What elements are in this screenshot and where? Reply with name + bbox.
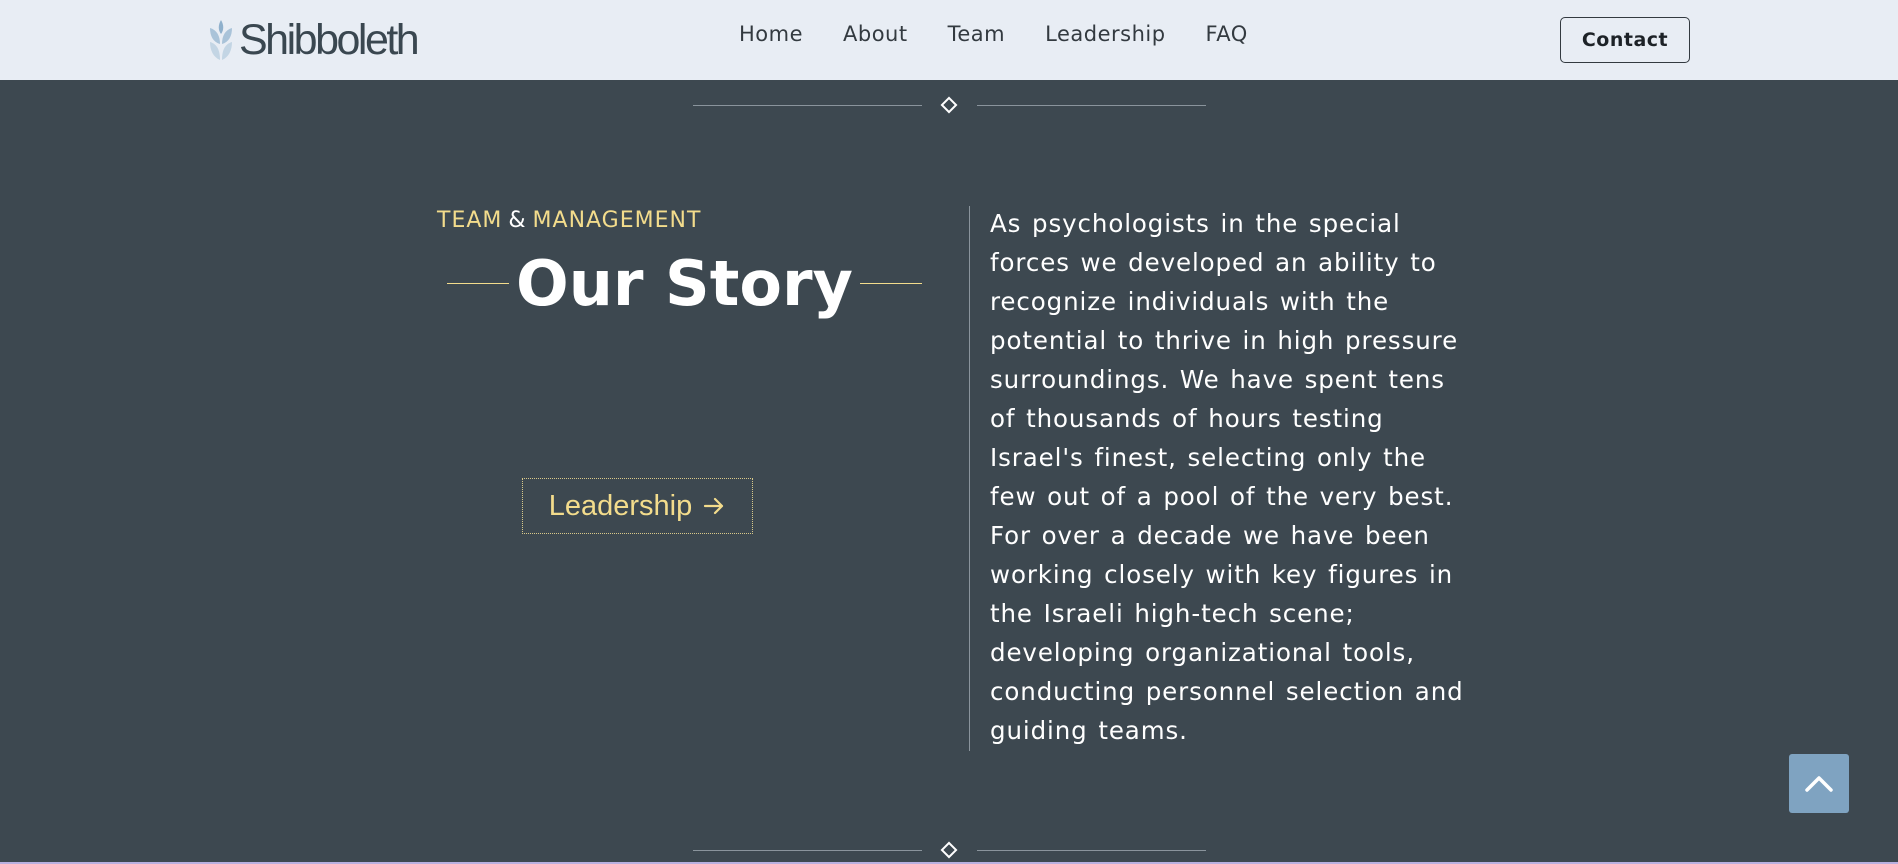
- divider-line: [977, 105, 1206, 106]
- story-text: As psychologists in the special forces w…: [990, 204, 1470, 750]
- story-line: guiding teams.: [990, 716, 1188, 745]
- chevron-up-icon: [1805, 775, 1833, 792]
- story-line: the Israeli high-tech scene;: [990, 599, 1355, 628]
- main-nav: Home About Team Leadership FAQ: [739, 22, 1288, 46]
- nav-leadership[interactable]: Leadership: [1045, 22, 1165, 46]
- story-line: of thousands of hours testing: [990, 404, 1384, 433]
- story-line: As psychologists in the special: [990, 209, 1401, 238]
- story-line: forces we developed an ability to: [990, 248, 1437, 277]
- section-title-row: Our Story: [447, 240, 922, 326]
- section-kicker: TEAM & MANAGEMENT: [437, 208, 701, 233]
- arrow-right-icon: [704, 497, 724, 515]
- section-divider-bottom: [693, 840, 1206, 860]
- story-line: Israel's finest, selecting only the: [990, 443, 1427, 472]
- back-to-top-button[interactable]: [1789, 754, 1849, 813]
- section-divider-top: [693, 95, 1206, 115]
- leadership-link-button[interactable]: Leadership: [522, 478, 753, 534]
- title-rule-left: [447, 282, 509, 284]
- kicker-management: MANAGEMENT: [532, 208, 702, 233]
- nav-about[interactable]: About: [843, 22, 908, 46]
- nav-home[interactable]: Home: [739, 22, 803, 46]
- story-line: surroundings. We have spent tens: [990, 365, 1445, 394]
- divider-line: [977, 850, 1206, 851]
- story-line: conducting personnel selection and: [990, 677, 1464, 706]
- logo[interactable]: Shibboleth: [207, 15, 420, 64]
- section-title: Our Story: [516, 246, 853, 320]
- kicker-ampersand: &: [508, 208, 527, 233]
- kicker-team: TEAM: [437, 208, 503, 233]
- logo-text: Shibboleth: [239, 15, 420, 64]
- leadership-link-label: Leadership: [548, 489, 693, 522]
- story-line: working closely with key figures in: [990, 560, 1454, 589]
- column-separator: [969, 206, 970, 751]
- story-line: recognize individuals with the: [990, 287, 1390, 316]
- story-line: developing organizational tools,: [990, 638, 1415, 667]
- wheat-leaf-icon: [210, 20, 232, 60]
- nav-team[interactable]: Team: [948, 22, 1006, 46]
- contact-button[interactable]: Contact: [1560, 17, 1690, 63]
- title-rule-right: [859, 282, 922, 284]
- story-line: For over a decade we have been: [990, 521, 1430, 550]
- story-line: few out of a pool of the very best.: [990, 482, 1454, 511]
- nav-faq[interactable]: FAQ: [1206, 22, 1248, 46]
- divider-line: [693, 105, 922, 106]
- divider-line: [693, 850, 922, 851]
- diamond-icon: [940, 96, 958, 114]
- site-header: Shibboleth Home About Team Leadership FA…: [0, 0, 1898, 80]
- story-line: potential to thrive in high pressure: [990, 326, 1459, 355]
- diamond-icon: [940, 841, 958, 859]
